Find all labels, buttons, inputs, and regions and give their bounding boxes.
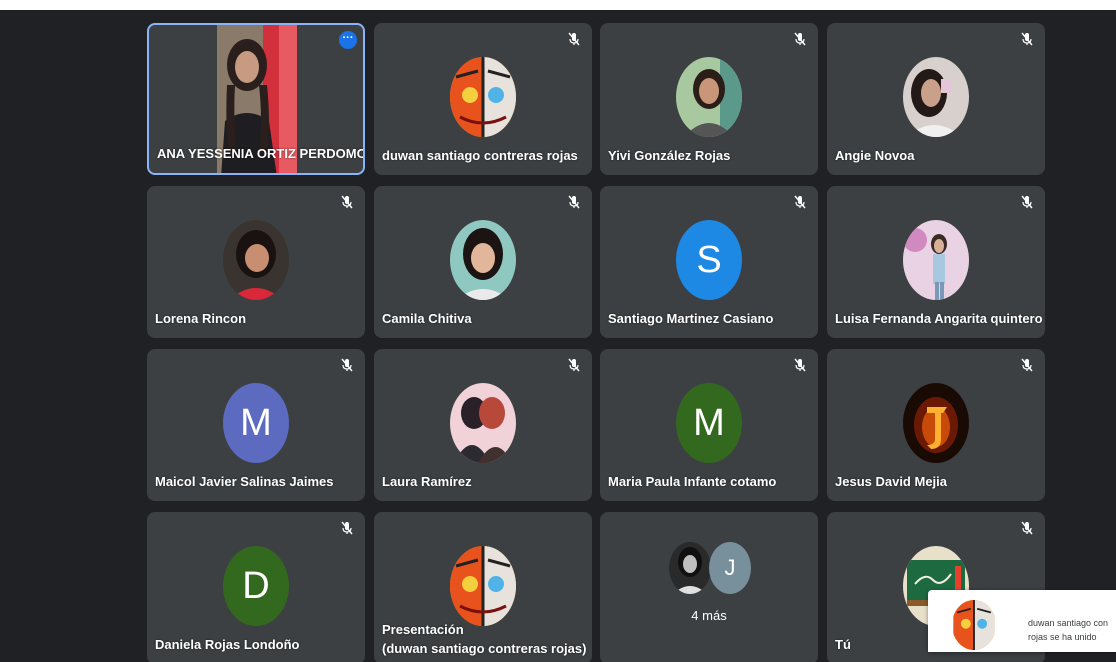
more-participants-label: 4 más bbox=[691, 608, 727, 623]
participant-name: Santiago Martinez Casiano bbox=[608, 311, 774, 326]
participant-photo bbox=[223, 220, 289, 300]
mic-off-icon bbox=[341, 358, 353, 372]
more-options-icon[interactable]: ··· bbox=[339, 31, 357, 49]
anime-avatar bbox=[450, 546, 516, 626]
anime-avatar bbox=[952, 600, 996, 650]
presentation-name: Presentación (duwan santiago contreras r… bbox=[382, 620, 586, 658]
participant-tile[interactable]: Lorena Rincon bbox=[147, 186, 365, 338]
participant-photo bbox=[669, 542, 711, 594]
participant-tile[interactable]: Yivi González Rojas bbox=[600, 23, 818, 175]
mic-off-icon bbox=[794, 32, 806, 46]
initial-avatar: D bbox=[223, 546, 289, 626]
notification-line: rojas se ha unido bbox=[1028, 632, 1097, 642]
initial-avatar: J bbox=[709, 542, 751, 594]
more-participants-tile[interactable]: J 4 más bbox=[600, 512, 818, 662]
mic-off-icon bbox=[794, 358, 806, 372]
mic-off-icon bbox=[794, 195, 806, 209]
participant-photo bbox=[903, 220, 969, 300]
notification-line: duwan santiago con bbox=[1028, 618, 1109, 628]
presentation-label: Presentación bbox=[382, 622, 464, 637]
participant-tile[interactable]: ··· ANA YESSENIA ORTIZ PERDOMO bbox=[147, 23, 365, 175]
participant-name: Jesus David Mejia bbox=[835, 474, 947, 489]
participant-photo bbox=[676, 57, 742, 137]
mic-off-icon bbox=[1021, 358, 1033, 372]
initial-avatar: M bbox=[676, 383, 742, 463]
presenter-name: (duwan santiago contreras rojas) bbox=[382, 641, 587, 656]
join-notification[interactable]: duwan santiago con rojas se ha unido bbox=[928, 590, 1116, 652]
anime-avatar bbox=[450, 57, 516, 137]
participant-name: Daniela Rojas Londoño bbox=[155, 637, 300, 652]
presentation-tile[interactable]: Presentación (duwan santiago contreras r… bbox=[374, 512, 592, 662]
mic-off-icon bbox=[1021, 32, 1033, 46]
participant-tile[interactable]: duwan santiago contreras rojas bbox=[374, 23, 592, 175]
participant-tile[interactable]: M Maicol Javier Salinas Jaimes bbox=[147, 349, 365, 501]
participant-name: Angie Novoa bbox=[835, 148, 915, 163]
participant-tile[interactable]: Camila Chitiva bbox=[374, 186, 592, 338]
participant-tile[interactable]: D Daniela Rojas Londoño bbox=[147, 512, 365, 662]
participant-tile[interactable]: Angie Novoa bbox=[827, 23, 1045, 175]
participant-tile[interactable]: S Santiago Martinez Casiano bbox=[600, 186, 818, 338]
mic-off-icon bbox=[568, 195, 580, 209]
participant-name: Yivi González Rojas bbox=[608, 148, 731, 163]
fire-letter-avatar bbox=[903, 383, 969, 463]
participant-name: Camila Chitiva bbox=[382, 311, 472, 326]
participant-photo bbox=[450, 383, 516, 463]
mic-off-icon bbox=[341, 195, 353, 209]
participant-name: Luisa Fernanda Angarita quintero bbox=[835, 311, 1043, 326]
participant-tile[interactable]: Luisa Fernanda Angarita quintero bbox=[827, 186, 1045, 338]
participant-name: Maria Paula Infante cotamo bbox=[608, 474, 777, 489]
participant-photo bbox=[450, 220, 516, 300]
participant-photo bbox=[903, 57, 969, 137]
mic-off-icon bbox=[1021, 521, 1033, 535]
mic-off-icon bbox=[568, 32, 580, 46]
participant-name: Maicol Javier Salinas Jaimes bbox=[155, 474, 334, 489]
participant-name: Lorena Rincon bbox=[155, 311, 247, 326]
participant-tile[interactable]: Laura Ramírez bbox=[374, 349, 592, 501]
notification-text: duwan santiago con rojas se ha unido bbox=[1028, 616, 1116, 644]
meeting-grid: ··· ANA YESSENIA ORTIZ PERDOMO duwan san… bbox=[0, 10, 1116, 662]
participant-name: Laura Ramírez bbox=[382, 474, 472, 489]
initial-avatar: S bbox=[676, 220, 742, 300]
initial-avatar: M bbox=[223, 383, 289, 463]
participant-name: duwan santiago contreras rojas bbox=[382, 148, 578, 163]
mic-off-icon bbox=[568, 358, 580, 372]
participant-name: ANA YESSENIA ORTIZ PERDOMO bbox=[157, 146, 365, 161]
mic-off-icon bbox=[1021, 195, 1033, 209]
participant-tile[interactable]: Jesus David Mejia bbox=[827, 349, 1045, 501]
mic-off-icon bbox=[341, 521, 353, 535]
participant-tile[interactable]: M Maria Paula Infante cotamo bbox=[600, 349, 818, 501]
participant-name: Tú bbox=[835, 637, 851, 652]
